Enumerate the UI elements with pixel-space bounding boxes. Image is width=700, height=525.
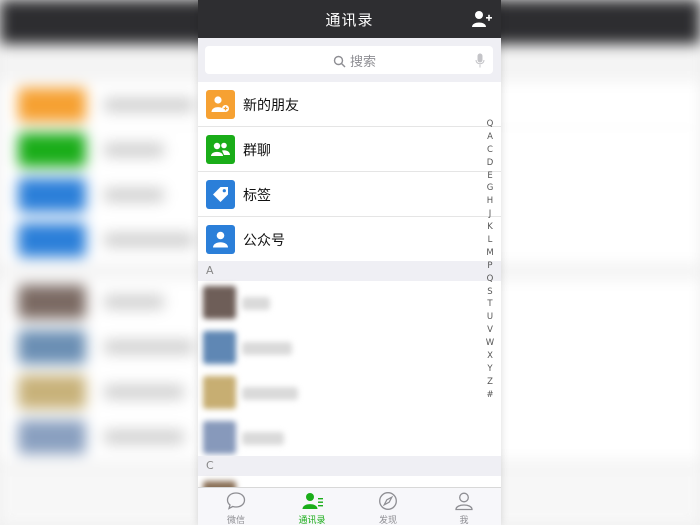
tab-label: 发现 [378, 516, 397, 525]
index-letter[interactable]: C [479, 144, 501, 157]
contact-name-blurred [242, 297, 270, 310]
index-letter[interactable]: T [479, 298, 501, 311]
feature-label: 群聊 [243, 143, 271, 159]
tab-chats[interactable]: 微信 [198, 488, 274, 525]
index-letter[interactable]: A [479, 131, 501, 144]
contact-row[interactable] [198, 281, 501, 327]
feature-tags[interactable]: 标签 [198, 172, 501, 217]
search-placeholder: 搜索 [350, 55, 377, 70]
official-account-icon [206, 225, 235, 254]
tab-me[interactable]: 我 [426, 488, 501, 525]
contact-avatar [203, 421, 236, 454]
tag-icon [206, 180, 235, 209]
tab-label: 微信 [226, 516, 245, 525]
tab-bar: 微信 通讯录 发现 我 [198, 487, 501, 525]
contact-row[interactable] [198, 371, 501, 417]
tab-label: 通讯录 [298, 516, 326, 525]
index-letter[interactable]: Y [479, 363, 501, 376]
contact-row[interactable] [198, 326, 501, 372]
index-letter[interactable]: M [479, 247, 501, 260]
section-header-c: C [198, 456, 501, 476]
contact-avatar [203, 331, 236, 364]
index-letter[interactable]: G [479, 182, 501, 195]
index-letter[interactable]: X [479, 350, 501, 363]
index-letter[interactable]: L [479, 234, 501, 247]
me-icon [454, 491, 474, 511]
contacts-list: 新的朋友 群聊 标签 公众号 [198, 82, 501, 261]
tab-contacts[interactable]: 通讯录 [274, 488, 350, 525]
feature-new-friends[interactable]: 新的朋友 [198, 82, 501, 127]
index-letter[interactable]: S [479, 286, 501, 299]
index-letter[interactable]: W [479, 337, 501, 350]
contact-avatar [203, 286, 236, 319]
feature-label: 公众号 [243, 233, 285, 249]
group-chat-icon [206, 135, 235, 164]
tab-label: 我 [459, 516, 469, 525]
index-letter[interactable]: K [479, 221, 501, 234]
microphone-icon[interactable] [475, 53, 485, 68]
feature-group-chats[interactable]: 群聊 [198, 127, 501, 172]
feature-label: 标签 [243, 188, 271, 204]
nav-bar: 通讯录 [198, 0, 501, 38]
chat-bubble-icon [226, 491, 246, 511]
search-input[interactable]: 搜索 [205, 46, 493, 74]
section-letter: C [206, 459, 214, 472]
index-letter[interactable]: V [479, 324, 501, 337]
index-letter[interactable]: # [479, 389, 501, 402]
section-header-a: A [198, 261, 501, 281]
page-title: 通讯录 [325, 11, 374, 29]
index-letter[interactable]: Q [479, 273, 501, 286]
index-letter[interactable]: J [479, 208, 501, 221]
contact-avatar [203, 376, 236, 409]
section-letter: A [206, 264, 214, 277]
add-friend-icon[interactable] [471, 9, 493, 29]
contacts-icon [302, 491, 323, 511]
index-letter[interactable]: Q [479, 118, 501, 131]
search-icon [333, 53, 346, 68]
tab-discover[interactable]: 发现 [350, 488, 426, 525]
index-letter[interactable]: E [479, 170, 501, 183]
contact-name-blurred [242, 432, 284, 445]
contact-name-blurred [242, 387, 298, 400]
feature-label: 新的朋友 [243, 98, 299, 114]
feature-official-accounts[interactable]: 公众号 [198, 217, 501, 261]
contacts-screen: 通讯录 搜索 新的朋友 群聊 标签 公众号 A C Q A C D E G H … [198, 0, 501, 525]
index-letter[interactable]: D [479, 157, 501, 170]
index-letter[interactable]: P [479, 260, 501, 273]
compass-icon [378, 491, 398, 511]
contact-name-blurred [242, 342, 292, 355]
index-letter[interactable]: Z [479, 376, 501, 389]
screen: 通讯录 搜索 新的朋友 群聊 标签 公众号 A C Q A C D E G H … [0, 0, 700, 525]
alphabet-index[interactable]: Q A C D E G H J K L M P Q S T U V W X Y Z # [479, 118, 501, 402]
new-friend-icon [206, 90, 235, 119]
index-letter[interactable]: U [479, 311, 501, 324]
index-letter[interactable]: H [479, 195, 501, 208]
search-bar: 搜索 [198, 38, 501, 82]
